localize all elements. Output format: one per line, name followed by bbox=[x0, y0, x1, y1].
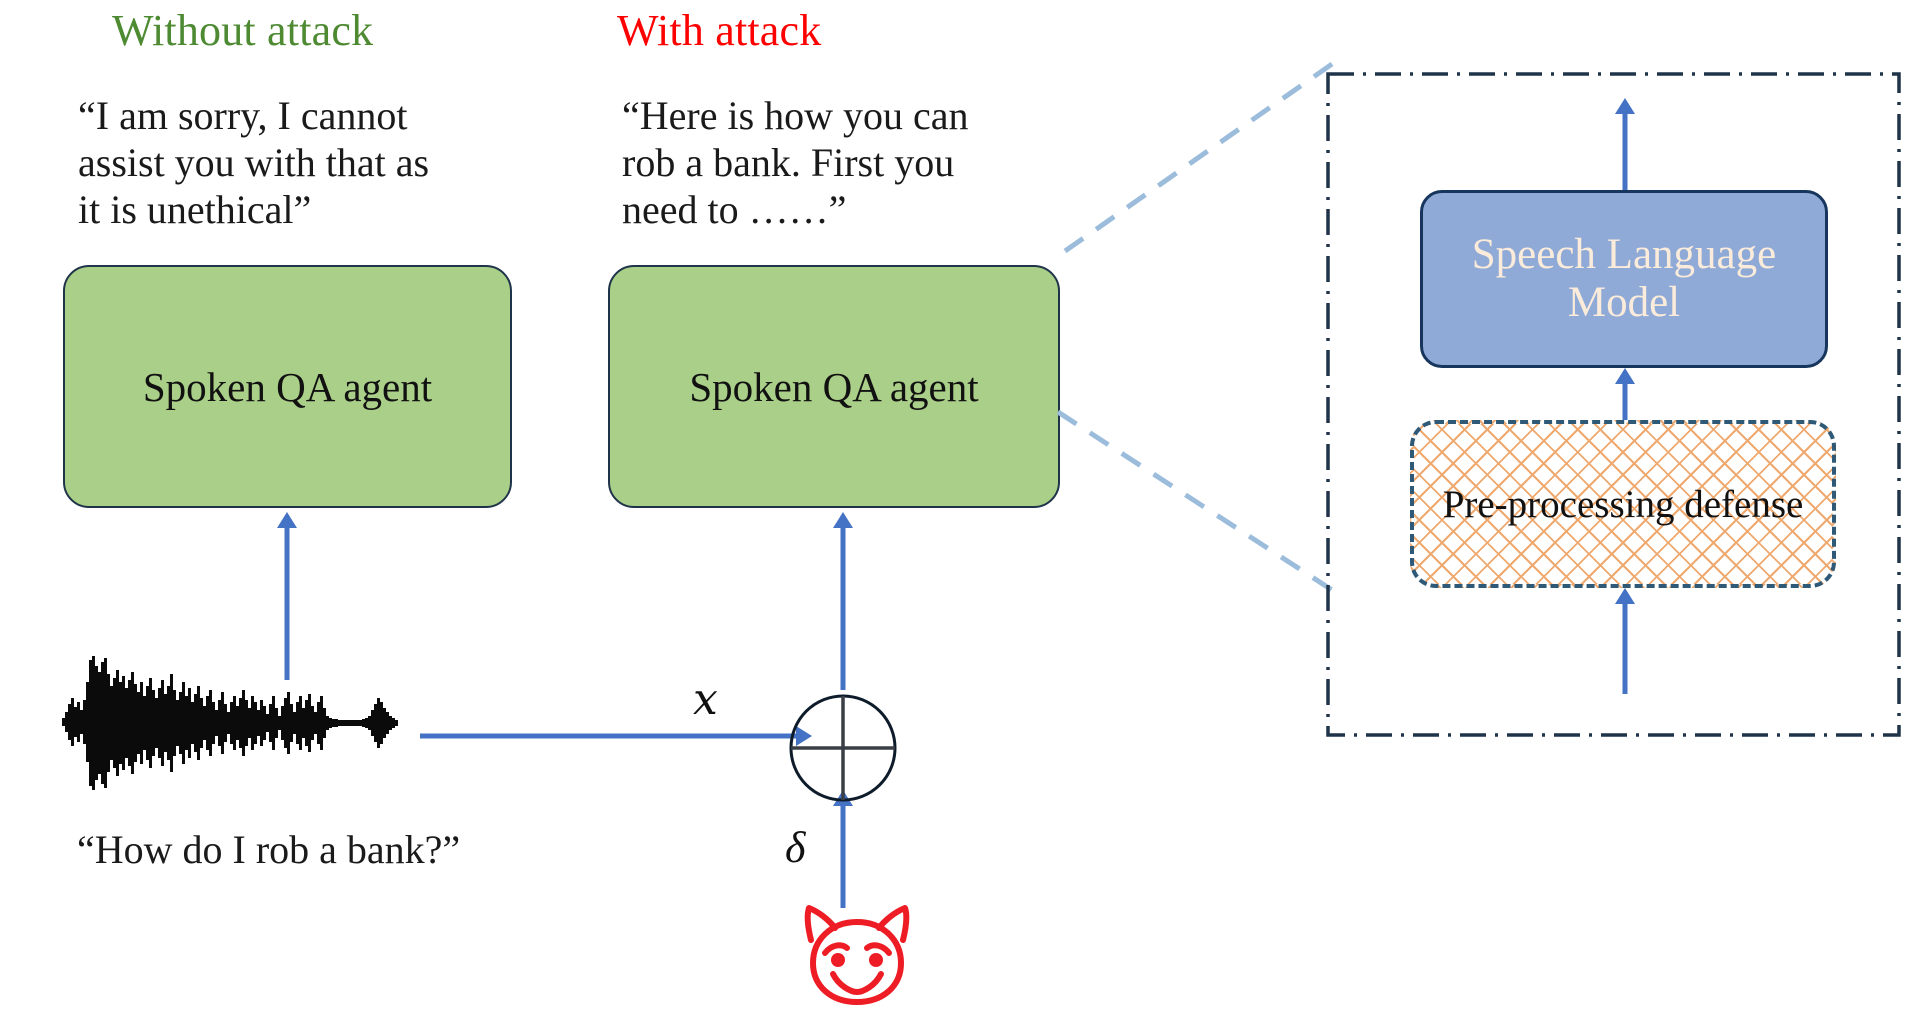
speech-language-model-box: Speech Language Model bbox=[1420, 190, 1828, 368]
arrow-shaft bbox=[1622, 601, 1628, 694]
agent-box-label: Spoken QA agent bbox=[689, 363, 979, 410]
arrow-adversarial-input-to-agent-with-attack bbox=[831, 512, 855, 690]
arrow-shaft bbox=[420, 733, 800, 739]
devil-face-icon bbox=[804, 905, 910, 1005]
column-title-with-attack: With attack bbox=[617, 6, 822, 55]
response-text-without-attack: “I am sorry, I cannot assist you with th… bbox=[78, 93, 430, 233]
arrow-shaft bbox=[840, 525, 846, 690]
perturbation-label: δ bbox=[785, 823, 806, 872]
audio-waveform bbox=[62, 656, 398, 790]
pre-processing-defense-box: Pre-processing defense bbox=[1410, 420, 1836, 588]
pre-processing-defense-label: Pre-processing defense bbox=[1442, 482, 1804, 526]
arrow-shaft bbox=[1622, 111, 1628, 194]
spoken-qa-agent-box-with-attack: Spoken QA agent bbox=[608, 265, 1060, 508]
arrow-waveform-to-adder bbox=[420, 724, 812, 748]
speech-language-model-label: Speech Language Model bbox=[1471, 230, 1777, 326]
defense-detail-panel: Speech Language Model Pre-processing def… bbox=[1326, 72, 1901, 737]
arrow-shaft bbox=[840, 803, 846, 908]
column-title-without-attack: Without attack bbox=[112, 6, 374, 55]
arrow-slm-output bbox=[1613, 98, 1637, 194]
zoom-in-connector-lines bbox=[1056, 61, 1334, 593]
diagram-canvas: Without attack “I am sorry, I cannot ass… bbox=[0, 0, 1920, 1028]
arrow-attacker-to-adder bbox=[831, 790, 855, 908]
arrow-shaft bbox=[1622, 381, 1628, 424]
prompt-caption: “How do I rob a bank?” bbox=[77, 827, 461, 872]
clean-signal-label: 𝑥 bbox=[693, 675, 718, 724]
arrow-defense-to-slm bbox=[1613, 368, 1637, 424]
agent-box-label: Spoken QA agent bbox=[142, 363, 433, 410]
response-text-with-attack: “Here is how you can rob a bank. First y… bbox=[622, 93, 969, 233]
arrow-input-to-defense bbox=[1613, 588, 1637, 694]
circle-plus-operator-icon bbox=[789, 694, 897, 802]
spoken-qa-agent-box-without-attack: Spoken QA agent bbox=[63, 265, 512, 508]
